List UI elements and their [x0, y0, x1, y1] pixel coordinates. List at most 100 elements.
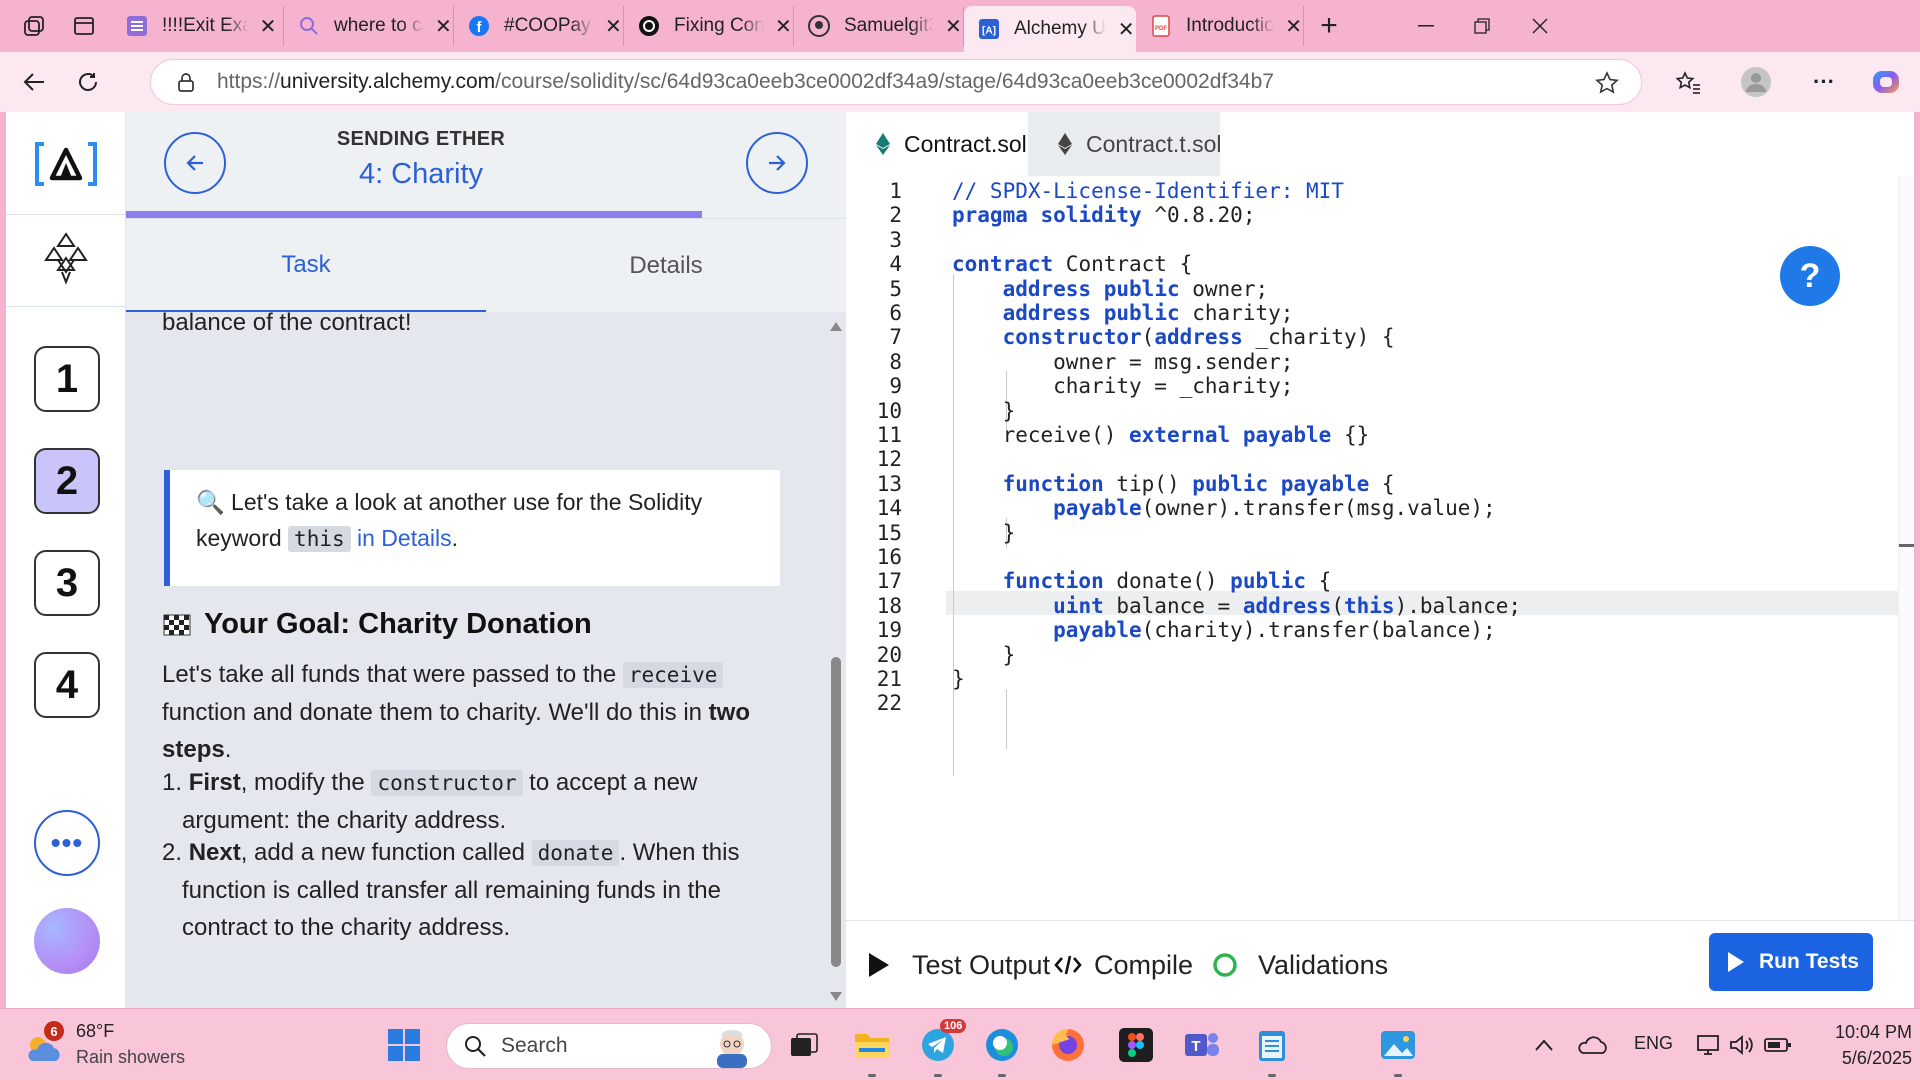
- taskbar-search[interactable]: Search: [446, 1023, 772, 1069]
- onedrive-icon[interactable]: [1570, 1023, 1614, 1067]
- close-tab-icon[interactable]: ✕: [1116, 17, 1136, 42]
- code-line[interactable]: payable(owner).transfer(msg.value);: [952, 493, 1496, 523]
- file-explorer-icon[interactable]: [850, 1023, 894, 1067]
- chatgpt-icon: [638, 15, 660, 37]
- code-line[interactable]: pragma solidity ^0.8.20;: [952, 200, 1255, 230]
- code-area[interactable]: 1// SPDX-License-Identifier: MIT 2 pragma …: [846, 176, 1902, 776]
- firefox-icon[interactable]: [1046, 1023, 1090, 1067]
- scrollbar-thumb[interactable]: [831, 657, 841, 967]
- browser-tab[interactable]: PDF Introduction to ✕: [1136, 6, 1304, 46]
- browser-tab[interactable]: Fixing Contract ✕: [624, 6, 794, 46]
- clock-time: 10:04 PM: [1834, 1022, 1912, 1042]
- close-tab-icon[interactable]: ✕: [258, 14, 278, 39]
- profile-avatar-icon[interactable]: [1738, 66, 1774, 98]
- callout-text: keyword: [196, 525, 289, 551]
- status-circle-icon: [1212, 952, 1238, 978]
- stage-button-4[interactable]: 4: [34, 652, 100, 718]
- url-text[interactable]: https://university.alchemy.com/course/so…: [217, 70, 1274, 94]
- photos-icon[interactable]: [1376, 1023, 1420, 1067]
- browser-title-bar: !!!!Exit Exam Re ✕ where to call t ✕ f #…: [0, 0, 1920, 52]
- alchemy-university-app: 1 2 3 4 ••• SENDING ETHER 4: Charity Tas…: [6, 112, 1914, 1008]
- favorites-icon[interactable]: [1670, 66, 1706, 98]
- lesson-panel: SENDING ETHER 4: Charity Task Details ba…: [126, 112, 846, 1008]
- stage-button-1[interactable]: 1: [34, 346, 100, 412]
- code-line[interactable]: payable(charity).transfer(balance);: [952, 615, 1496, 645]
- notepad-icon[interactable]: [1250, 1023, 1294, 1067]
- scroll-down-icon[interactable]: [830, 992, 842, 1001]
- close-tab-icon[interactable]: ✕: [434, 14, 453, 39]
- new-tab-icon[interactable]: +: [1313, 9, 1345, 42]
- back-icon[interactable]: [16, 66, 52, 98]
- browser-tab-active[interactable]: [A] Alchemy Unive ✕: [964, 6, 1136, 52]
- compile-button[interactable]: Compile: [1054, 943, 1193, 987]
- next-stage-button[interactable]: [746, 132, 808, 194]
- tab-title: Samuelgit3919: [844, 15, 934, 36]
- copilot-icon[interactable]: [1868, 66, 1904, 98]
- close-tab-icon[interactable]: ✕: [1284, 14, 1303, 39]
- editor-scrollbar[interactable]: [1898, 176, 1914, 1008]
- close-window-icon[interactable]: [1520, 10, 1560, 42]
- windows-taskbar: 6 68°F Rain showers Search 106 T ENG 10:…: [0, 1008, 1920, 1080]
- browser-tab[interactable]: Samuelgit3919 ✕: [794, 6, 964, 46]
- checkered-flag-icon: [162, 613, 192, 637]
- teams-icon[interactable]: T: [1180, 1023, 1224, 1067]
- more-stages-button[interactable]: •••: [34, 810, 100, 876]
- minimize-icon[interactable]: [1406, 10, 1446, 42]
- tab-details[interactable]: Details: [486, 219, 846, 313]
- telegram-icon[interactable]: 106: [916, 1019, 967, 1067]
- validations-button[interactable]: Validations: [1212, 943, 1388, 987]
- browser-tab[interactable]: !!!!Exit Exam Re ✕: [112, 6, 284, 46]
- stage-button-3[interactable]: 3: [34, 550, 100, 616]
- alchemy-logo[interactable]: [28, 138, 104, 190]
- svg-text:PDF: PDF: [1155, 26, 1167, 32]
- scroll-up-icon[interactable]: [830, 322, 842, 331]
- inline-code: donate: [531, 840, 620, 866]
- task-view-icon[interactable]: [782, 1023, 826, 1067]
- language-indicator[interactable]: ENG: [1634, 1033, 1673, 1054]
- lock-icon[interactable]: [175, 71, 197, 93]
- run-tests-button[interactable]: Run Tests: [1709, 933, 1873, 991]
- close-tab-icon[interactable]: ✕: [944, 14, 963, 39]
- code-editor-panel: Contract.sol Contract.t.sol 1// SPDX-Lic…: [846, 112, 1914, 1008]
- editor-tab-test[interactable]: Contract.t.sol: [1028, 112, 1222, 176]
- stage-button-2-current[interactable]: 2: [34, 448, 100, 514]
- close-tab-icon[interactable]: ✕: [774, 14, 793, 39]
- code-line[interactable]: receive() external payable {}: [952, 420, 1370, 450]
- code-line[interactable]: }: [952, 518, 1016, 548]
- user-avatar[interactable]: [34, 908, 100, 974]
- tab-title: Introduction to: [1186, 15, 1275, 36]
- edge-icon[interactable]: [980, 1023, 1024, 1067]
- browser-toolbar: https://university.alchemy.com/course/so…: [0, 52, 1920, 112]
- workspaces-icon[interactable]: [18, 10, 50, 42]
- chevron-up-icon[interactable]: [1522, 1023, 1566, 1067]
- figma-icon[interactable]: [1114, 1023, 1158, 1067]
- help-button[interactable]: ?: [1780, 246, 1840, 306]
- details-link[interactable]: in Details: [357, 525, 452, 551]
- system-clock[interactable]: 10:04 PM 5/6/2025: [1808, 1019, 1912, 1071]
- browser-tab[interactable]: f #COOPay Ebirr ✕: [454, 6, 624, 46]
- browser-tab[interactable]: where to call t ✕: [284, 6, 454, 46]
- tab-actions-icon[interactable]: [68, 10, 100, 42]
- tab-task[interactable]: Task: [126, 219, 486, 313]
- lesson-header: SENDING ETHER 4: Charity: [126, 112, 846, 219]
- more-menu-icon[interactable]: ···: [1806, 66, 1842, 98]
- battery-icon[interactable]: [1756, 1023, 1800, 1067]
- editor-tab-contract[interactable]: Contract.sol: [846, 112, 1028, 176]
- start-button[interactable]: [382, 1023, 426, 1067]
- svg-text:[A]: [A]: [982, 26, 996, 37]
- restore-icon[interactable]: [1462, 10, 1502, 42]
- lesson-scrollbar[interactable]: [826, 312, 846, 1008]
- goal-description: Let's take all funds that were passed to…: [162, 661, 750, 763]
- github-icon: [808, 15, 830, 37]
- list-item: 1. First, modify the constructor to acce…: [162, 769, 698, 834]
- close-tab-icon[interactable]: ✕: [604, 14, 623, 39]
- course-map-icon[interactable]: [40, 230, 92, 286]
- lesson-tabs: Task Details: [126, 218, 846, 313]
- code-line[interactable]: }: [952, 664, 965, 694]
- clock-date: 5/6/2025: [1841, 1048, 1912, 1068]
- refresh-icon[interactable]: [70, 66, 106, 98]
- favorite-star-icon[interactable]: [1595, 71, 1619, 95]
- test-output-button[interactable]: Test Output: [868, 943, 1050, 987]
- address-bar[interactable]: https://university.alchemy.com/course/so…: [150, 59, 1642, 105]
- weather-widget[interactable]: 6 68°F Rain showers: [24, 1017, 204, 1073]
